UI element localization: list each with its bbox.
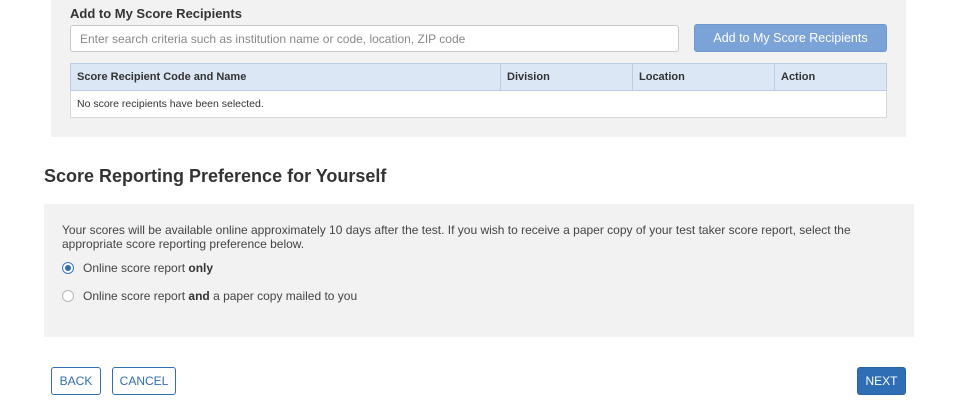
radio-label-bold: and — [188, 289, 210, 303]
radio-label-suffix: a paper copy mailed to you — [209, 289, 358, 303]
column-header-code-name: Score Recipient Code and Name — [70, 63, 501, 91]
column-header-location: Location — [632, 63, 775, 91]
preference-section-title: Score Reporting Preference for Yourself — [44, 166, 387, 186]
column-header-division: Division — [500, 63, 633, 91]
radio-label-text: Online score report — [83, 261, 189, 275]
empty-table-message: No score recipients have been selected. — [70, 90, 887, 118]
radio-dot-icon — [65, 265, 71, 271]
radio-label-text: Online score report — [83, 289, 189, 303]
radio-label-online-and-paper[interactable]: Online score report and a paper copy mai… — [83, 289, 357, 303]
score-recipients-table: Score Recipient Code and Name Division L… — [70, 63, 887, 118]
cancel-button[interactable]: CANCEL — [112, 367, 176, 395]
radio-option-online-and-paper[interactable]: Online score report and a paper copy mai… — [62, 289, 357, 303]
next-button[interactable]: NEXT — [857, 367, 906, 395]
preference-panel: Your scores will be available online app… — [44, 204, 914, 337]
score-recipients-panel: Add to My Score Recipients Add to My Sco… — [51, 0, 906, 137]
back-button[interactable]: BACK — [51, 367, 101, 395]
radio-button-selected[interactable] — [62, 262, 74, 274]
radio-option-online-only[interactable]: Online score report only — [62, 261, 213, 275]
score-recipients-heading: Add to My Score Recipients — [70, 6, 242, 21]
table-row: No score recipients have been selected. — [70, 90, 887, 118]
preference-description: Your scores will be available online app… — [62, 223, 851, 251]
recipient-search-input[interactable] — [70, 25, 679, 52]
radio-label-bold: only — [188, 261, 214, 275]
radio-label-online-only[interactable]: Online score report only — [83, 261, 213, 275]
column-header-action: Action — [774, 63, 887, 91]
table-header-row: Score Recipient Code and Name Division L… — [70, 63, 887, 91]
add-score-recipients-button[interactable]: Add to My Score Recipients — [694, 24, 887, 52]
radio-button-unselected[interactable] — [62, 290, 74, 302]
